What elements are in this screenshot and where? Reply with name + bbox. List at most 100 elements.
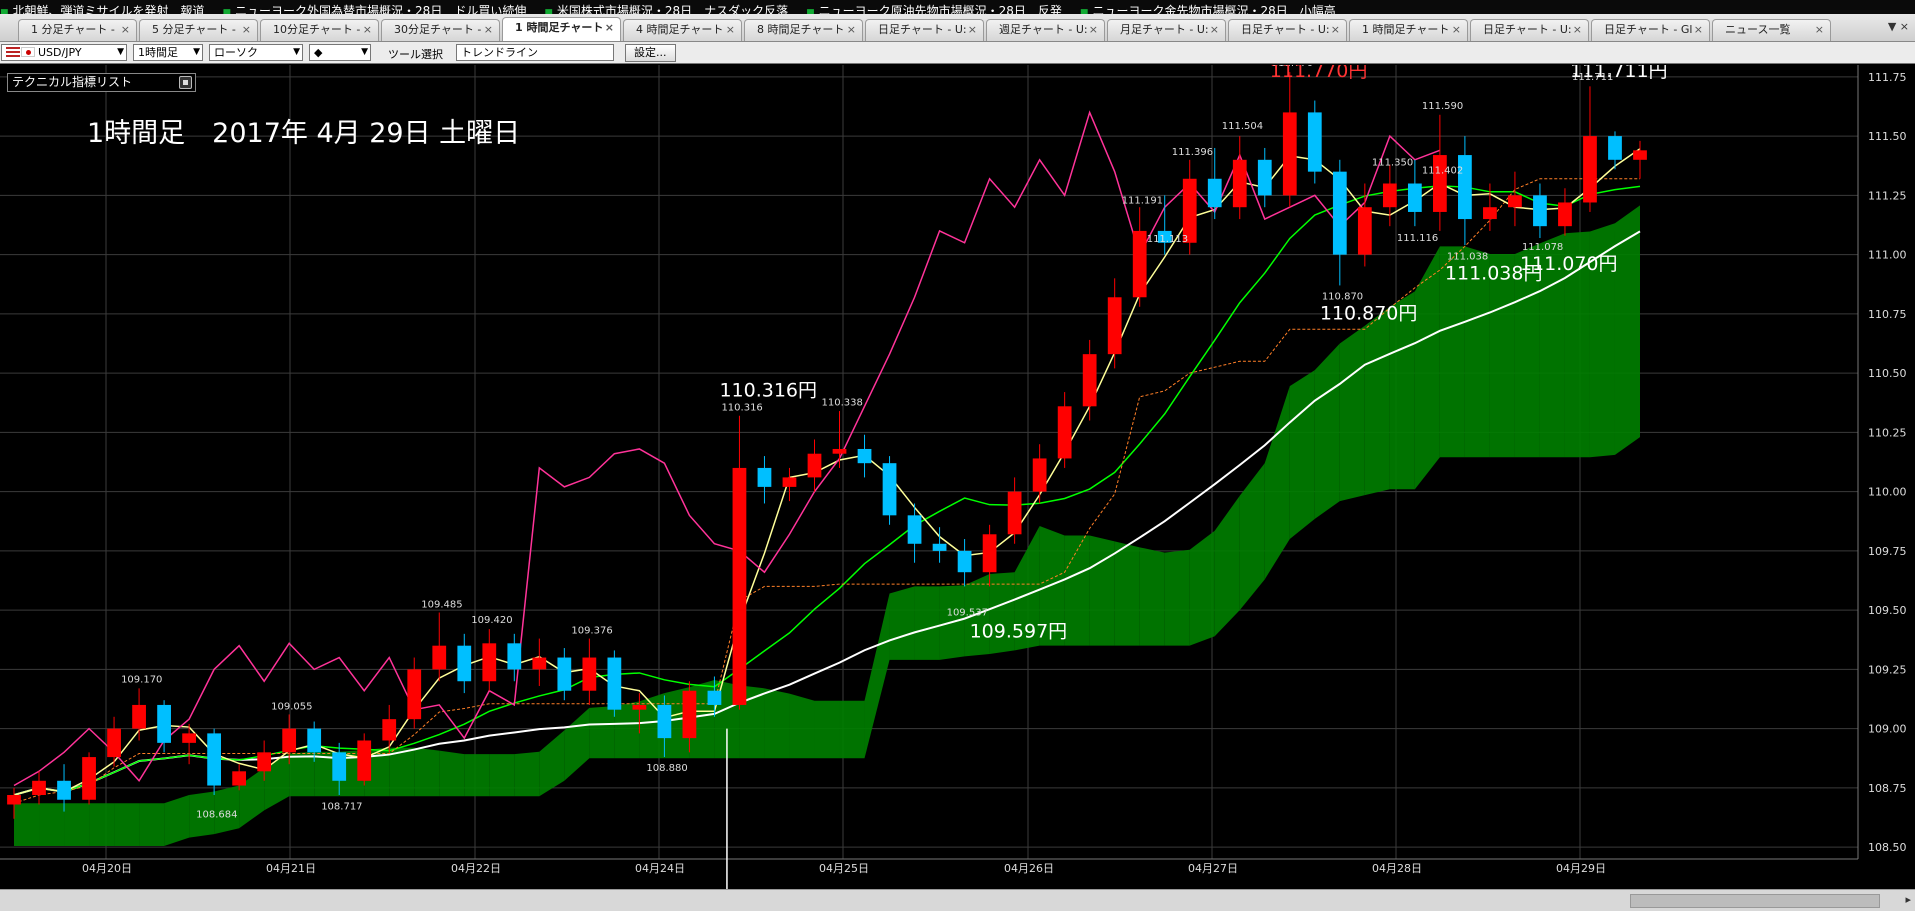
indicator-list-panel[interactable]: テクニカル指標リスト xyxy=(7,73,196,92)
settings-button[interactable]: 設定... xyxy=(625,44,676,62)
candle-body xyxy=(1583,136,1597,203)
y-tick-label: 109.50 xyxy=(1868,604,1907,617)
timeframe-select[interactable]: 1時間足 ▼ xyxy=(133,44,203,61)
close-icon[interactable]: × xyxy=(484,20,493,40)
price-chart[interactable]: 111.75 111.50 111.25 111.00 110.75 110.50 110.… xyxy=(0,65,1915,889)
close-icon[interactable]: × xyxy=(847,20,856,40)
chart-tab[interactable]: 8 時間足チャート × xyxy=(744,19,863,41)
price-annotation: 111.116 xyxy=(1397,233,1438,244)
y-tick-label: 108.75 xyxy=(1868,782,1907,795)
tab-label: 10分足チャート - xyxy=(273,23,361,36)
tab-label: 8 時間足チャート xyxy=(757,23,845,36)
candle-body xyxy=(732,467,747,705)
x-tick-label: 04月22日 xyxy=(451,862,501,875)
close-icon[interactable]: × xyxy=(605,18,614,38)
close-icon[interactable]: × xyxy=(1694,20,1703,40)
scrollbar-thumb[interactable] xyxy=(1630,894,1880,908)
price-annotation: 111.191 xyxy=(1122,195,1163,206)
ichimoku-cloud-segment xyxy=(289,751,315,797)
ichimoku-cloud-segment xyxy=(389,747,415,797)
chart-tab[interactable]: ニュース一覧 × xyxy=(1712,19,1831,41)
chart-tab[interactable]: 10分足チャート - × xyxy=(260,19,379,41)
chart-canvas[interactable]: 111.75 111.50 111.25 111.00 110.75 110.50 110.… xyxy=(0,65,1915,889)
y-tick-label: 111.75 xyxy=(1868,71,1907,84)
ichimoku-cloud-segment xyxy=(164,795,190,846)
close-icon[interactable]: × xyxy=(1452,20,1461,40)
candle-body xyxy=(1232,159,1247,208)
close-icon[interactable]: × xyxy=(121,20,130,40)
price-annotation: 111.396 xyxy=(1172,147,1213,158)
jp-flag-icon xyxy=(21,47,35,57)
chart-tab[interactable]: 日足チャート - U: × xyxy=(1470,19,1589,41)
candle-body xyxy=(1207,178,1222,208)
tool-select[interactable]: トレンドライン xyxy=(456,44,614,61)
candle-body xyxy=(1382,183,1397,208)
chart-tab[interactable]: 30分足チャート - × xyxy=(381,19,500,41)
price-callout-label: 110.316円 xyxy=(719,380,817,402)
chart-tab[interactable]: 月足チャート - U: × xyxy=(1107,19,1226,41)
chart-horizontal-scrollbar[interactable]: ▸ xyxy=(0,889,1915,911)
ichimoku-cloud-segment xyxy=(1414,246,1440,490)
chart-tab[interactable]: 1 時間足チャート × xyxy=(502,17,621,41)
ticker-headline[interactable]: 北朝鮮、弾道ミサイルを発射 報道 xyxy=(0,4,205,14)
chart-tab[interactable]: 1 分足チャート - × xyxy=(18,19,137,41)
candle-body xyxy=(1558,202,1572,227)
price-callout-label: 109.597円 xyxy=(970,620,1068,642)
ichimoku-cloud-segment xyxy=(489,754,515,797)
panel-toggle-icon[interactable] xyxy=(179,76,192,89)
candle-body xyxy=(682,690,697,739)
candle-body xyxy=(82,757,96,800)
tab-list-menu-icon[interactable]: ▼ × xyxy=(1888,20,1909,33)
chart-tab[interactable]: 日足チャート - U: × xyxy=(865,19,984,41)
tab-label: 5 分足チャート - xyxy=(152,23,236,36)
chart-tab[interactable]: 日足チャート - Gl × xyxy=(1591,19,1710,41)
tab-label: 4 時間足チャート xyxy=(636,23,724,36)
tab-label: 日足チャート - U: xyxy=(878,23,967,36)
close-icon[interactable]: × xyxy=(1331,20,1340,40)
price-annotation: 111.504 xyxy=(1222,121,1263,132)
ichimoku-cloud-segment xyxy=(1264,386,1290,580)
close-icon[interactable]: × xyxy=(968,20,977,40)
chart-tab[interactable]: 4 時間足チャート × xyxy=(623,19,742,41)
chart-toolbar: USD/JPY ▼ 1時間足 ▼ ローソク ▼ ◆ ▼ ツール選択 トレンドライ… xyxy=(0,42,1915,64)
y-tick-label: 111.25 xyxy=(1868,189,1907,202)
chart-type-select[interactable]: ローソク ▼ xyxy=(209,44,303,61)
close-icon[interactable]: × xyxy=(1815,20,1824,40)
ichimoku-cloud-segment xyxy=(414,747,440,797)
us-flag-icon xyxy=(6,47,20,57)
close-icon[interactable]: × xyxy=(363,20,372,40)
chart-tab[interactable]: 1 時間足チャート × xyxy=(1349,19,1468,41)
close-icon[interactable]: × xyxy=(1573,20,1582,40)
ticker-headline[interactable]: ニューヨーク金先物市場概況・28日 小幅高 xyxy=(1080,4,1335,14)
ichimoku-cloud-segment xyxy=(1314,343,1340,519)
price-annotation: 109.170 xyxy=(121,674,162,685)
tab-label: 30分足チャート - xyxy=(394,23,482,36)
ichimoku-cloud-segment xyxy=(1289,370,1315,540)
ichimoku-cloud-segment xyxy=(464,754,490,797)
scroll-arrow-icon[interactable]: ▸ xyxy=(1905,893,1911,906)
candle-body xyxy=(932,543,947,551)
close-icon[interactable]: × xyxy=(1089,20,1098,40)
close-icon[interactable]: × xyxy=(1210,20,1219,40)
ticker-headline[interactable]: ニューヨーク外国為替市場概況・28日 ドル買い続伸 xyxy=(223,4,526,14)
candle-body xyxy=(1057,406,1072,459)
x-tick-label: 04月20日 xyxy=(82,862,132,875)
price-annotation: 109.537 xyxy=(947,607,988,618)
close-icon[interactable]: × xyxy=(242,20,251,40)
chart-tab[interactable]: 週足チャート - U: × xyxy=(986,19,1105,41)
ticker-headline[interactable]: 米国株式市場概況・28日 ナスダック反落 xyxy=(544,4,788,14)
close-icon[interactable]: × xyxy=(726,20,735,40)
y-tick-label: 110.75 xyxy=(1868,308,1907,321)
mode-select[interactable]: ◆ ▼ xyxy=(309,44,371,61)
chart-tab[interactable]: 5 分足チャート - × xyxy=(139,19,258,41)
news-ticker[interactable]: 北朝鮮、弾道ミサイルを発射 報道 ニューヨーク外国為替市場概況・28日 ドル買い続… xyxy=(0,0,1915,14)
tab-label: 月足チャート - U: xyxy=(1120,23,1209,36)
ticker-headline[interactable]: ニューヨーク原油先物市場概況・28日 反発 xyxy=(806,4,1062,14)
price-annotation: 109.376 xyxy=(571,626,612,637)
candle-body xyxy=(632,704,647,710)
currency-pair-value: USD/JPY xyxy=(38,46,82,59)
price-annotation: 110.338 xyxy=(822,398,863,409)
y-tick-label: 110.25 xyxy=(1868,426,1907,439)
chart-tab[interactable]: 日足チャート - U: × xyxy=(1228,19,1347,41)
currency-pair-select[interactable]: USD/JPY ▼ xyxy=(1,44,127,61)
